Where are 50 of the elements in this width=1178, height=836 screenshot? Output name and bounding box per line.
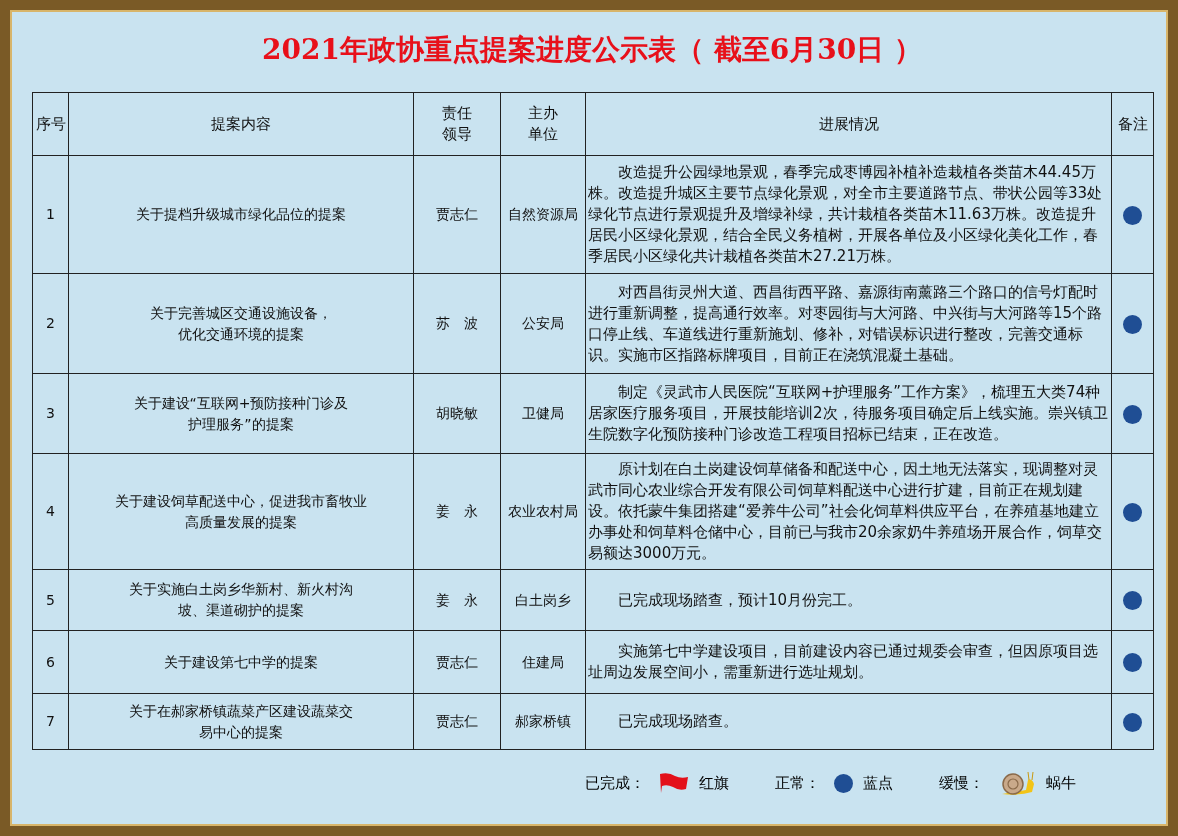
- column-header: 进展情况: [818, 113, 879, 135]
- table-cell: 姜 永: [413, 453, 501, 570]
- dot-icon: [834, 773, 853, 793]
- flag-icon: [659, 773, 689, 793]
- table-cell: 7: [32, 693, 69, 750]
- legend-label: 已完成：: [585, 773, 645, 793]
- page-title: 2021年政协重点提案进度公示表（ 截至6月30日 ）: [261, 32, 923, 68]
- table-cell: 2: [32, 273, 69, 374]
- table-cell: 1: [32, 155, 69, 274]
- column-header: 提案内容: [211, 113, 271, 135]
- column-header: 主办单位: [527, 103, 559, 145]
- table-cell: 公安局: [500, 273, 586, 374]
- table-cell: 贾志仁: [413, 155, 501, 274]
- table-cell: 已完成现场踏查。: [585, 693, 1112, 750]
- table-cell: 贾志仁: [413, 630, 501, 694]
- table-cell: 4: [32, 453, 69, 570]
- legend-text: 红旗: [699, 773, 729, 793]
- table-cell: 白土岗乡: [500, 569, 586, 631]
- table-cell: 郝家桥镇: [500, 693, 586, 750]
- legend-text: 蜗牛: [1046, 773, 1076, 793]
- table-cell: 苏 波: [413, 273, 501, 374]
- table-cell: 农业农村局: [500, 453, 586, 570]
- table-cell: 住建局: [500, 630, 586, 694]
- table-cell: 对西昌街灵州大道、西昌街西平路、嘉源街南薰路三个路口的信号灯配时进行重新调整，提高通行效率。对枣园街与大河路、中兴街与大河路等15个路口停止线、车道线进行重新施划、修补，对错误标识进行整改，完善交通标识。实施市区指路标牌项目，目前正在浇筑混凝土基础。: [585, 273, 1112, 374]
- table-cell-text: 关于提档升级城市绿化品位的提案: [136, 205, 346, 224]
- table-cell: 自然资源局: [500, 155, 586, 274]
- table-cell-text: 关于建设饲草配送中心，促进我市畜牧业高质量发展的提案: [114, 491, 368, 532]
- table-cell: 6: [32, 630, 69, 694]
- column-header: 备注: [1117, 113, 1148, 135]
- column-header: 序号: [35, 113, 66, 135]
- table-cell: 改造提升公园绿地景观，春季完成枣博园补植补造栽植各类苗木44.45万株。改造提升城区主要节点绿化景观，对全市主要道路节点、带状公园等33处绿化节点进行景观提升及增绿补绿，共计栽植各类苗木11.63万株。改造提升居民小区绿化景观，结合全民义务植树，开展各单位及小区绿化美化工作，春季居民小区绿化共计栽植各类苗木27.21万株。: [585, 155, 1112, 274]
- table-cell: 已完成现场踏查，预计10月份完工。: [585, 569, 1112, 631]
- table-cell: 胡晓敏: [413, 373, 501, 454]
- legend-label: 正常：: [775, 773, 820, 793]
- column-header: 责任领导: [441, 103, 473, 145]
- table-cell: 贾志仁: [413, 693, 501, 750]
- table-cell-text: 关于实施白土岗乡华新村、新火村沟坡、渠道砌护的提案: [128, 580, 354, 620]
- legend-text: 蓝点: [863, 773, 893, 793]
- table-cell: 实施第七中学建设项目，目前建设内容已通过规委会审查，但因原项目选址周边发展空间小，需重新进行选址规划。: [585, 630, 1112, 694]
- table-cell: 原计划在白土岗建设饲草储备和配送中心，因土地无法落实，现调整对灵武市同心农业综合开发有限公司饲草料配送中心进行扩建，目前正在规划建设。依托蒙牛集团搭建“爱养牛公司”社会化饲草料供应平台，在养殖基地建立办事处和饲草料仓储中心，目前已与我市20余家奶牛养殖场开展合作，饲草交易额达3000万元。: [585, 453, 1112, 570]
- legend-label: 缓慢：: [939, 773, 984, 793]
- table-cell-text: 关于在郝家桥镇蔬菜产区建设蔬菜交易中心的提案: [128, 701, 354, 742]
- table-cell: 卫健局: [500, 373, 586, 454]
- table-cell: 制定《灵武市人民医院“互联网+护理服务”工作方案》，梳理五大类74种居家医疗服务项目，开展技能培训2次，待服务项目确定后上线实施。崇兴镇卫生院数字化预防接种门诊改造工程项目招标已结束，正在改造。: [585, 373, 1112, 454]
- table-cell-text: 关于完善城区交通设施设备，优化交通环境的提案: [149, 303, 333, 344]
- table-cell: 3: [32, 373, 69, 454]
- table-cell: 姜 永: [413, 569, 501, 631]
- table-cell-text: 关于建设第七中学的提案: [164, 652, 318, 672]
- table-cell: 5: [32, 569, 69, 631]
- table-cell-text: 关于建设“互联网+预防接种门诊及护理服务”的提案: [132, 393, 350, 434]
